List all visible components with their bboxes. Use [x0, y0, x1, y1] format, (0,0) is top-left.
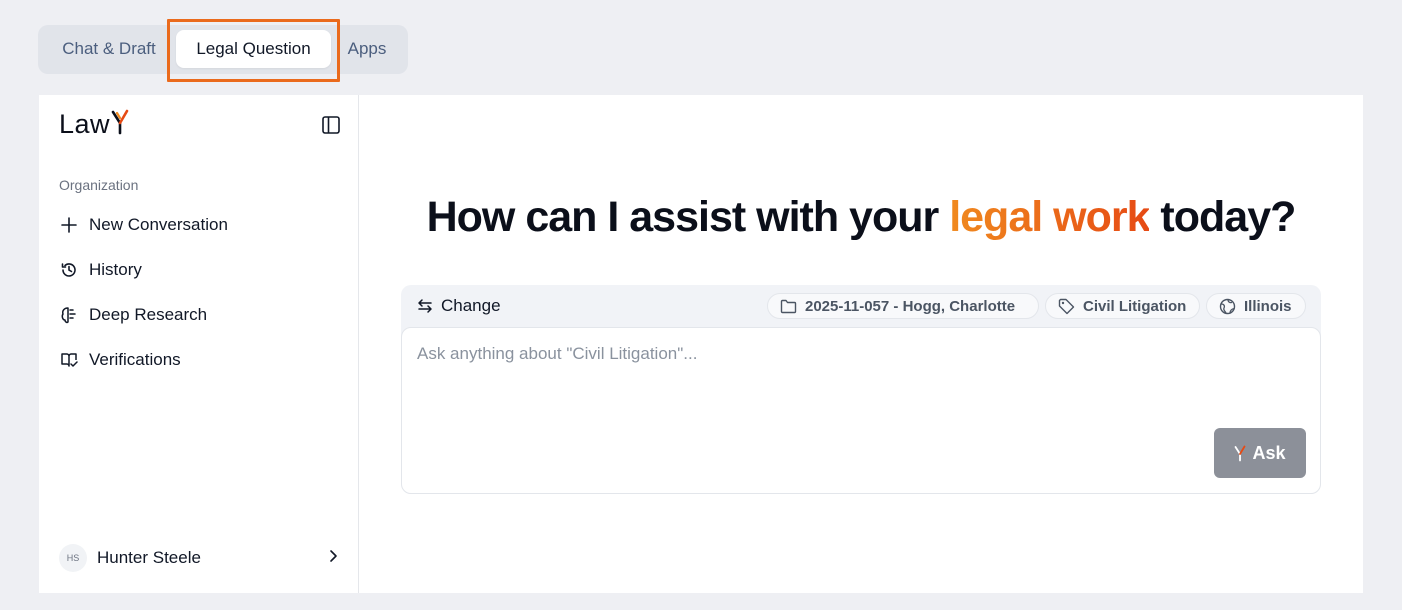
- change-context-button[interactable]: Change: [417, 295, 501, 317]
- heading-accent: legal work: [949, 193, 1150, 241]
- avatar: HS: [59, 544, 87, 572]
- main-panel: Law Organization New Conversation Histor…: [39, 95, 1363, 593]
- case-chip-label: 2025-11-057 - Hogg, Charlotte: [805, 297, 1016, 315]
- chevron-right-icon: [325, 548, 341, 569]
- app-logo: Law: [59, 109, 129, 140]
- mode-tabbar: Chat & Draft Legal Question Apps: [38, 25, 408, 74]
- book-check-icon: [59, 350, 79, 370]
- sidebar-item-label: Verifications: [89, 350, 181, 369]
- question-card: Change 2025-11-057 - Hogg, Charlotte Civ…: [401, 285, 1321, 494]
- practice-area-chip-label: Civil Litigation: [1083, 297, 1187, 315]
- change-label: Change: [441, 296, 501, 315]
- plus-icon: [59, 215, 79, 235]
- history-icon: [59, 260, 79, 280]
- case-chip[interactable]: 2025-11-057 - Hogg, Charlotte: [767, 293, 1039, 319]
- logo-text: Law: [59, 109, 111, 139]
- question-input[interactable]: [417, 344, 1297, 404]
- practice-area-chip[interactable]: Civil Litigation: [1045, 293, 1200, 319]
- ask-button-label: Ask: [1252, 442, 1286, 463]
- logo-mark-icon: [111, 109, 129, 134]
- section-label-organization: Organization: [59, 177, 139, 193]
- sidebar-item-history[interactable]: History: [59, 258, 142, 282]
- user-menu[interactable]: HS Hunter Steele: [59, 544, 341, 572]
- brain-icon: [59, 305, 79, 325]
- sidebar-item-label: New Conversation: [89, 215, 228, 234]
- logo-mark-icon: [1235, 445, 1246, 461]
- ask-button[interactable]: Ask: [1214, 428, 1306, 478]
- jurisdiction-chip-label: Illinois: [1244, 297, 1292, 315]
- jurisdiction-chip[interactable]: Illinois: [1206, 293, 1306, 319]
- folder-icon: [780, 299, 797, 313]
- sidebar-item-new-conversation[interactable]: New Conversation: [59, 213, 228, 237]
- question-input-area: Ask: [401, 327, 1321, 494]
- tag-icon: [1058, 298, 1075, 314]
- sidebar-item-label: History: [89, 260, 142, 279]
- user-name: Hunter Steele: [97, 548, 201, 567]
- tab-apps[interactable]: Apps: [338, 30, 396, 68]
- swap-icon: [418, 299, 432, 313]
- sidebar-item-deep-research[interactable]: Deep Research: [59, 303, 207, 327]
- heading-suffix: today?: [1149, 193, 1296, 241]
- globe-icon: [1219, 298, 1236, 314]
- tab-legal-question[interactable]: Legal Question: [176, 30, 331, 68]
- sidebar-item-verifications[interactable]: Verifications: [59, 348, 181, 372]
- page-heading: How can I assist with your legal work to…: [359, 193, 1363, 242]
- sidebar: Law Organization New Conversation Histor…: [39, 95, 359, 593]
- heading-prefix: How can I assist with your: [426, 193, 950, 241]
- sidebar-item-label: Deep Research: [89, 305, 208, 324]
- tab-chat-draft[interactable]: Chat & Draft: [52, 30, 166, 68]
- sidebar-toggle-icon[interactable]: [321, 115, 341, 140]
